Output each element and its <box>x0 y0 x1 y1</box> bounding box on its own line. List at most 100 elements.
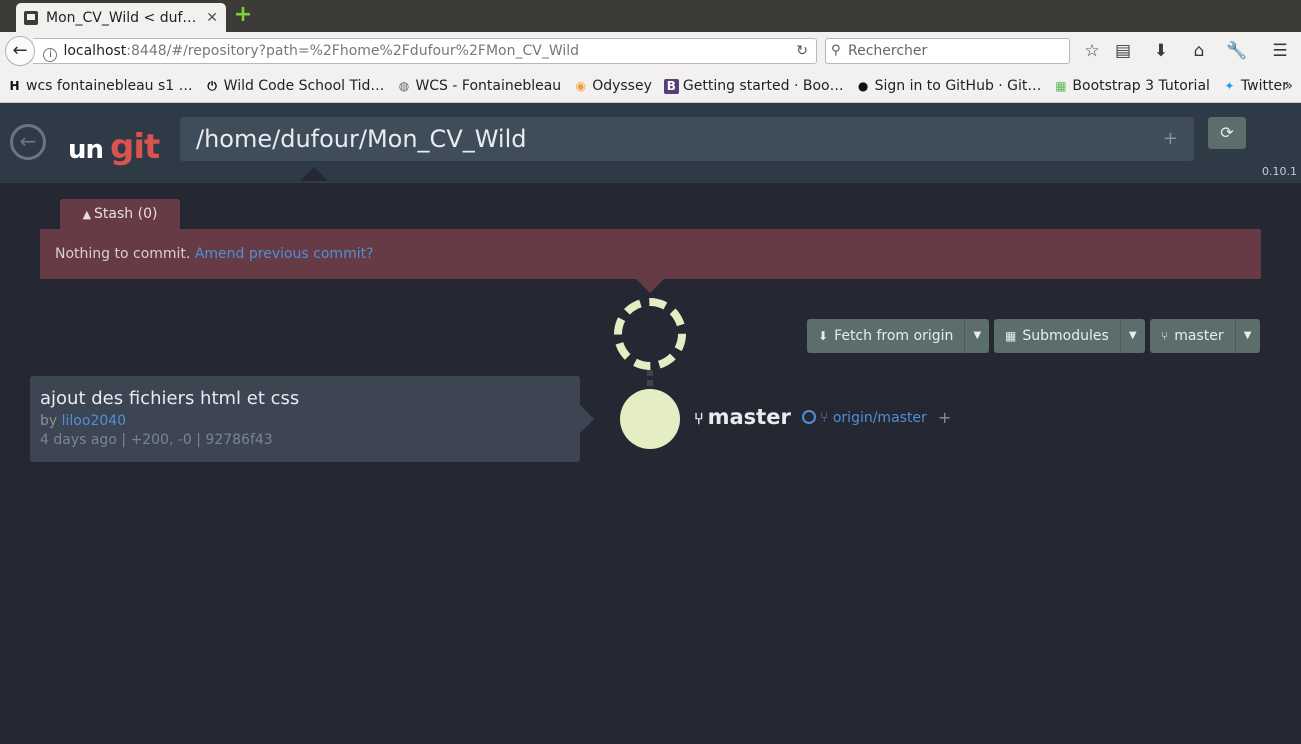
local-branch-name: master <box>707 405 791 429</box>
remote-broadcast-icon <box>802 410 816 424</box>
path-notch <box>300 167 328 181</box>
add-branch-icon[interactable]: + <box>938 408 951 427</box>
browser-tab[interactable]: Mon_CV_Wild < duf… ✕ <box>16 3 226 32</box>
logo-git: git <box>110 127 160 167</box>
odyssey-icon: ◉ <box>575 78 586 93</box>
bookmarks-bar: Hwcs fontainebleau s1 … ⏻ Wild Code Schoo… <box>0 70 1301 103</box>
card-notch <box>580 405 594 433</box>
tab-title: Mon_CV_Wild < duf… <box>46 9 197 26</box>
refresh-button[interactable]: ⟳ <box>1208 117 1246 149</box>
url-bar[interactable]: i localhost:8448/#/repository?path=%2Fhom… <box>33 38 817 64</box>
stash-label: Stash (0) <box>94 206 158 222</box>
site-info-icon[interactable]: i <box>43 48 58 62</box>
browser-tab-bar: Mon_CV_Wild < duf… ✕ + <box>0 0 1301 32</box>
back-arrow-icon[interactable]: ← <box>5 36 35 66</box>
bookmark-item[interactable]: ▦ Bootstrap 3 Tutorial <box>1053 78 1210 94</box>
bookmark-label: Wild Code School Tid… <box>223 78 385 94</box>
commit-node[interactable] <box>620 389 680 449</box>
home-icon[interactable]: ⌂ <box>1188 40 1210 62</box>
submodules-button-group: ▦ Submodules ▼ <box>994 319 1145 353</box>
caret-down-icon: ▼ <box>1128 330 1137 341</box>
browser-nav-bar: i localhost:8448/#/repository?path=%2Fhom… <box>0 32 1301 70</box>
grid-icon: ▦ <box>1005 329 1017 343</box>
fetch-label: Fetch from origin <box>834 328 954 344</box>
url-path: :8448/#/repository?path=%2Fhome%2Fdufour… <box>126 43 580 59</box>
branch-button-group: ⑂ master ▼ <box>1150 319 1260 353</box>
bookmark-star-icon[interactable]: ☆ <box>1081 40 1103 62</box>
local-branch-ref[interactable]: ⑂ master <box>694 405 791 429</box>
bookmark-label: Twitter <box>1240 78 1288 94</box>
banner-notch <box>636 279 664 293</box>
tutorial-icon: ▦ <box>1055 78 1067 93</box>
branch-icon: ⑂ <box>820 410 833 426</box>
commit-card[interactable]: ajout des fichiers html et css by liloo2… <box>30 376 580 462</box>
caret-down-icon: ▼ <box>973 330 982 341</box>
globe-icon: ◍ <box>398 78 410 93</box>
bookmark-item[interactable]: ✦ Twitter <box>1222 78 1288 94</box>
tools-wrench-icon[interactable]: 🔧 <box>1226 40 1248 62</box>
new-tab-icon[interactable]: + <box>233 4 253 26</box>
commit-author-link[interactable]: liloo2040 <box>62 413 126 429</box>
bookmark-item[interactable]: ● Sign in to GitHub · Git… <box>856 78 1042 94</box>
commit-meta: 4 days ago | +200, -0 | 92786f43 <box>40 432 273 448</box>
amend-commit-link[interactable]: Amend previous commit? <box>195 246 374 262</box>
search-input[interactable]: ⚲ Rechercher <box>825 38 1070 64</box>
fetch-from-origin-button[interactable]: ⬇ Fetch from origin <box>807 319 965 353</box>
version-label: 0.10.1 <box>1262 165 1297 178</box>
graph-connector <box>647 370 653 390</box>
stash-toggle[interactable]: ▲ Stash (0) <box>60 199 180 229</box>
remote-branch-name: origin/master <box>832 410 927 426</box>
chevron-up-icon: ▲ <box>82 208 92 221</box>
bookmark-label: Odyssey <box>592 78 652 94</box>
menu-hamburger-icon[interactable]: ☰ <box>1269 40 1291 62</box>
bookmark-h-icon: H <box>9 78 20 93</box>
logo-un: un <box>68 135 104 165</box>
close-tab-icon[interactable]: ✕ <box>206 10 218 26</box>
github-icon: ● <box>857 78 869 93</box>
by-prefix: by <box>40 413 62 429</box>
banner-text: Nothing to commit. <box>55 246 195 262</box>
bookmark-item[interactable]: ◍ WCS - Fontainebleau <box>396 78 562 94</box>
reload-icon[interactable]: ↻ <box>796 39 808 63</box>
search-placeholder: Rechercher <box>848 43 928 59</box>
branch-icon: ⑂ <box>694 409 704 428</box>
search-icon: ⚲ <box>831 43 841 58</box>
twitter-icon: ✦ <box>1224 78 1235 93</box>
submodules-button[interactable]: ▦ Submodules <box>994 319 1120 353</box>
working-tree-node[interactable] <box>614 298 686 370</box>
reading-list-icon[interactable]: ▤ <box>1112 40 1134 62</box>
caret-down-icon: ▼ <box>1243 330 1252 341</box>
back-circle-icon[interactable]: ← <box>10 124 46 160</box>
bookmark-label: Sign in to GitHub · Git… <box>874 78 1042 94</box>
repository-path: /home/dufour/Mon_CV_Wild <box>196 125 527 153</box>
submodules-label: Submodules <box>1022 328 1109 344</box>
bookmark-item[interactable]: ◉ Odyssey <box>573 78 652 94</box>
download-icon[interactable]: ⬇ <box>1150 40 1172 62</box>
bookmark-label: wcs fontainebleau s1 … <box>26 78 193 94</box>
bookmark-item[interactable]: Hwcs fontainebleau s1 … <box>7 78 193 94</box>
commit-message: ajout des fichiers html et css <box>40 388 300 409</box>
power-icon: ⏻ <box>207 78 217 93</box>
url-host: localhost <box>63 43 127 59</box>
branch-icon: ⑂ <box>1161 329 1169 343</box>
bootstrap-icon: B <box>663 78 679 94</box>
commit-author-line: by liloo2040 <box>40 413 570 429</box>
bookmarks-overflow-icon[interactable]: » <box>1284 78 1293 94</box>
fetch-dropdown-button[interactable]: ▼ <box>964 319 990 353</box>
download-icon: ⬇ <box>818 329 829 343</box>
ungit-header: ← un git /home/dufour/Mon_CV_Wild + ⟳ 0.… <box>0 103 1301 183</box>
nothing-to-commit-banner: Nothing to commit. Amend previous commit… <box>40 229 1261 279</box>
refresh-icon: ⟳ <box>1220 123 1234 142</box>
fetch-button-group: ⬇ Fetch from origin ▼ <box>807 319 990 353</box>
bookmark-label: Bootstrap 3 Tutorial <box>1072 78 1210 94</box>
branch-button[interactable]: ⑂ master <box>1150 319 1235 353</box>
add-path-icon[interactable]: + <box>1163 117 1178 161</box>
bookmark-label: WCS - Fontainebleau <box>415 78 562 94</box>
ungit-favicon-icon <box>24 10 38 25</box>
remote-branch-ref[interactable]: ⑂ origin/master <box>802 410 927 426</box>
repository-path-input[interactable]: /home/dufour/Mon_CV_Wild + <box>180 117 1194 161</box>
bookmark-item[interactable]: B Getting started · Boo… <box>663 78 844 94</box>
branch-dropdown-button[interactable]: ▼ <box>1234 319 1260 353</box>
submodules-dropdown-button[interactable]: ▼ <box>1119 319 1145 353</box>
bookmark-item[interactable]: ⏻ Wild Code School Tid… <box>205 78 385 94</box>
